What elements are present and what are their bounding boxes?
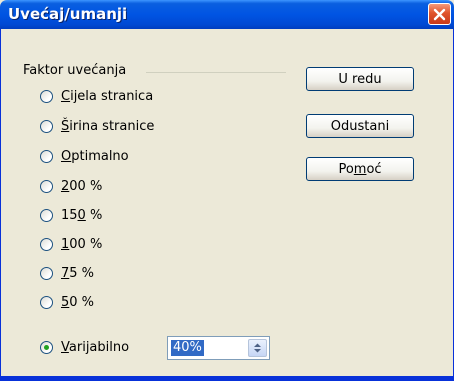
zoom-option-label: Optimalno <box>61 148 129 164</box>
ok-button[interactable]: U redu <box>306 67 414 91</box>
radio-button[interactable] <box>40 89 53 103</box>
radio-button[interactable] <box>40 149 53 163</box>
zoom-option-6[interactable]: 75 % <box>40 263 94 283</box>
radio-button[interactable] <box>40 295 53 309</box>
radio-button[interactable] <box>40 208 53 222</box>
radio-button[interactable] <box>40 340 53 354</box>
spin-button[interactable] <box>248 339 267 357</box>
zoom-option-label: 150 % <box>61 207 103 223</box>
variable-zoom-spinbox[interactable]: 40% <box>167 336 270 360</box>
zoom-option-4[interactable]: 150 % <box>40 205 102 225</box>
zoom-option-label: 100 % <box>61 236 103 252</box>
window-bottom-border <box>0 376 454 381</box>
zoom-factor-group-label: Faktor uvećanja <box>23 63 133 78</box>
zoom-option-label: 200 % <box>61 178 103 194</box>
zoom-option-label: Širina stranice <box>61 118 155 134</box>
zoom-option-label: Cijela stranica <box>61 88 154 104</box>
radio-button[interactable] <box>40 119 53 133</box>
radio-button[interactable] <box>40 237 53 251</box>
group-separator <box>146 72 286 73</box>
window-title: Uvećaj/umanji <box>8 5 128 23</box>
zoom-option-label: 50 % <box>61 294 95 310</box>
title-bar[interactable]: Uvećaj/umanji <box>0 0 454 29</box>
zoom-option-label: Varijabilno <box>61 339 130 355</box>
zoom-option-5[interactable]: 100 % <box>40 234 102 254</box>
zoom-option-7[interactable]: 50 % <box>40 292 94 312</box>
zoom-option-2[interactable]: Optimalno <box>40 146 129 166</box>
zoom-option-8[interactable]: Varijabilno <box>40 337 129 357</box>
cancel-button[interactable]: Odustani <box>306 114 414 138</box>
spin-arrows-icon <box>254 343 261 353</box>
help-button[interactable]: Pomoć <box>306 157 414 181</box>
radio-button[interactable] <box>40 266 53 280</box>
zoom-option-1[interactable]: Širina stranice <box>40 116 154 136</box>
close-icon <box>433 8 446 20</box>
help-button-label: Pomoć <box>338 161 382 177</box>
variable-zoom-value[interactable]: 40% <box>171 340 204 356</box>
zoom-option-3[interactable]: 200 % <box>40 176 102 196</box>
radio-button[interactable] <box>40 179 53 193</box>
zoom-option-0[interactable]: Cijela stranica <box>40 86 153 106</box>
zoom-option-label: 75 % <box>61 265 95 281</box>
close-button[interactable] <box>428 3 451 25</box>
